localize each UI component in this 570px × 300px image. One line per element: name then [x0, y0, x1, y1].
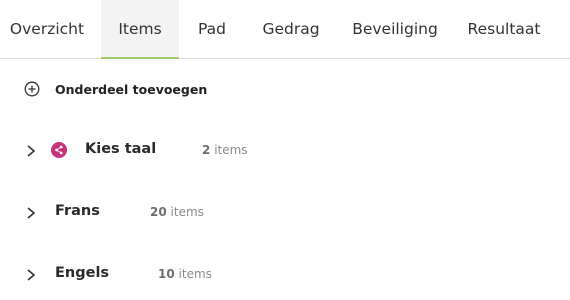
list-item: Engels 10 items	[25, 263, 285, 285]
tab-pad[interactable]: Pad	[186, 0, 238, 58]
tab-items[interactable]: Items	[101, 0, 179, 59]
item-count: 10 items	[158, 267, 212, 281]
add-item-button[interactable]: Onderdeel toevoegen	[24, 80, 207, 98]
add-item-label: Onderdeel toevoegen	[55, 81, 208, 97]
chevron-right-icon[interactable]	[25, 205, 37, 219]
item-title[interactable]: Kies taal	[85, 141, 156, 157]
item-title[interactable]: Frans	[55, 203, 100, 219]
tab-resultaat[interactable]: Resultaat	[460, 0, 548, 58]
list-item: Kies taal 2 items	[25, 139, 285, 161]
tab-bar: Overzicht Items Pad Gedrag Beveiliging R…	[0, 0, 570, 59]
item-title[interactable]: Engels	[55, 265, 109, 281]
item-count: 2 items	[202, 143, 248, 157]
share-icon	[51, 142, 67, 158]
tab-gedrag[interactable]: Gedrag	[251, 0, 331, 58]
chevron-right-icon[interactable]	[25, 143, 37, 157]
plus-circle-icon	[24, 81, 40, 97]
tab-beveiliging[interactable]: Beveiliging	[345, 0, 445, 58]
item-count: 20 items	[150, 205, 204, 219]
chevron-right-icon[interactable]	[25, 267, 37, 281]
list-item: Frans 20 items	[25, 201, 285, 223]
tab-overzicht[interactable]: Overzicht	[0, 0, 94, 58]
